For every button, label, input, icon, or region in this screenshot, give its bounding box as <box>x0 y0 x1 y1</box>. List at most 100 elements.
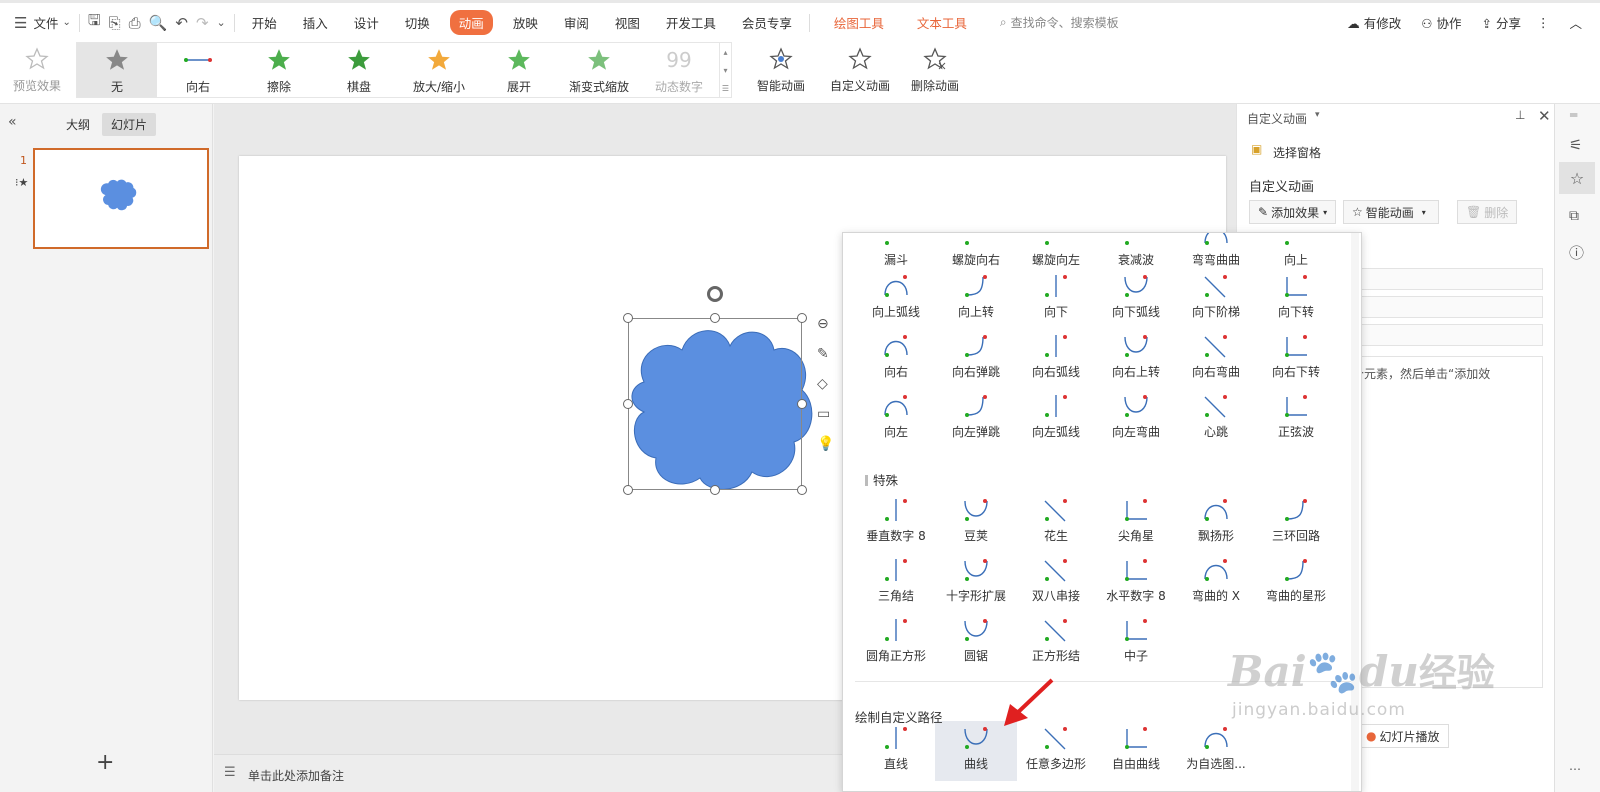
path-option-special3-3[interactable]: 中子 <box>1095 613 1177 664</box>
chevron-down-icon[interactable]: ⌄ <box>62 17 70 28</box>
tab-member[interactable]: 会员专享 <box>736 10 798 35</box>
path-option-row2-0[interactable]: 向右 <box>855 329 937 380</box>
path-option-special3-2[interactable]: 正方形结 <box>1015 613 1097 664</box>
preview-effect-button[interactable]: 预览效果 <box>0 42 74 103</box>
tab-outline[interactable]: 大纲 <box>66 116 90 133</box>
tab-view[interactable]: 视图 <box>609 10 646 35</box>
tab-slideshow[interactable]: 放映 <box>507 10 544 35</box>
delete-animation-button[interactable]: 删除动画 <box>898 42 972 103</box>
anim-none[interactable]: 无 <box>77 43 157 97</box>
path-option-special2-0[interactable]: 三角结 <box>855 553 937 604</box>
path-option-custom-3[interactable]: 自由曲线 <box>1095 721 1177 772</box>
path-option-special1-2[interactable]: 花生 <box>1015 493 1097 544</box>
path-option-row2-3[interactable]: 向右上转 <box>1095 329 1177 380</box>
collab-button[interactable]: ⚇ 协作 <box>1421 13 1461 32</box>
animation-sidebar-button[interactable]: ☆ <box>1559 162 1595 194</box>
path-option-row2-4[interactable]: 向右弯曲 <box>1175 329 1257 380</box>
tab-design[interactable]: 设计 <box>348 10 385 35</box>
path-option-special3-0[interactable]: 圆角正方形 <box>855 613 937 664</box>
fill-icon[interactable]: ◇ <box>817 376 839 392</box>
chevron-up-icon[interactable]: ▴ <box>723 48 727 57</box>
path-option-special2-1[interactable]: 十字形扩展 <box>935 553 1017 604</box>
expand-icon[interactable]: ☰ <box>722 84 729 93</box>
share-button[interactable]: ⇪ 分享 <box>1482 13 1521 32</box>
path-option-special2-5[interactable]: 弯曲的星形 <box>1255 553 1337 604</box>
tab-text-tools[interactable]: 文本工具 <box>911 10 973 35</box>
smart-animation-button[interactable]: 智能动画 <box>740 42 822 103</box>
path-option-row0-1[interactable]: 螺旋向右 <box>935 233 1017 268</box>
chevron-down-icon[interactable]: ▾ <box>1315 110 1320 120</box>
path-option-custom-0[interactable]: 直线 <box>855 721 937 772</box>
path-option-row0-4[interactable]: 弯弯曲曲 <box>1175 233 1257 268</box>
export-icon[interactable]: ⎘ <box>109 14 121 32</box>
tab-transition[interactable]: 切换 <box>399 10 436 35</box>
path-option-row1-4[interactable]: 向下阶梯 <box>1175 269 1257 320</box>
resize-handle[interactable] <box>797 485 807 495</box>
path-option-row3-1[interactable]: 向左弹跳 <box>935 389 1017 440</box>
path-option-custom-4[interactable]: 为自选图... <box>1175 721 1257 772</box>
path-option-special2-4[interactable]: 弯曲的 X <box>1175 553 1257 604</box>
tab-slides[interactable]: 幻灯片 <box>102 113 157 136</box>
resize-handle[interactable] <box>797 399 807 409</box>
path-option-row0-3[interactable]: 衰减波 <box>1095 233 1177 268</box>
path-option-row0-0[interactable]: 漏斗 <box>855 233 937 268</box>
path-option-special1-5[interactable]: 三环回路 <box>1255 493 1337 544</box>
anim-zoom[interactable]: 放大/缩小 <box>399 43 479 97</box>
anim-dynamic-number[interactable]: 99 动态数字 <box>639 43 719 97</box>
modified-status[interactable]: ☁ 有修改 <box>1347 13 1401 32</box>
path-option-row3-2[interactable]: 向左弧线 <box>1015 389 1097 440</box>
path-option-row3-0[interactable]: 向左 <box>855 389 937 440</box>
collapse-icon[interactable]: ︿ <box>1569 13 1582 32</box>
help-icon[interactable]: ⓘ <box>1569 242 1584 263</box>
undo-icon[interactable]: ↶ <box>175 14 188 32</box>
resize-handle[interactable] <box>623 313 633 323</box>
path-option-row2-1[interactable]: 向右弹跳 <box>935 329 1017 380</box>
resize-handle[interactable] <box>710 313 720 323</box>
add-effect-button[interactable]: ✎ 添加效果 ▾ <box>1249 200 1337 224</box>
path-option-row1-2[interactable]: 向下 <box>1015 269 1097 320</box>
more-icon[interactable]: ⌄ <box>217 16 226 29</box>
anim-expand[interactable]: 展开 <box>479 43 559 97</box>
path-option-special3-1[interactable]: 圆锯 <box>935 613 1017 664</box>
path-option-row1-3[interactable]: 向下弧线 <box>1095 269 1177 320</box>
outline-icon[interactable]: ▭ <box>817 406 839 422</box>
print-preview-icon[interactable]: 🔍 <box>149 14 168 32</box>
zoom-out-icon[interactable]: ⊖ <box>817 316 839 332</box>
delete-button[interactable]: 🗑 删除 <box>1457 200 1518 224</box>
path-option-row1-5[interactable]: 向下转 <box>1255 269 1337 320</box>
gallery-scroll[interactable]: ▴ ▾ ☰ <box>719 43 731 97</box>
tab-review[interactable]: 审阅 <box>558 10 595 35</box>
tab-developer[interactable]: 开发工具 <box>660 10 722 35</box>
grip-icon[interactable]: ═ <box>1570 108 1577 122</box>
path-option-row3-3[interactable]: 向左弯曲 <box>1095 389 1177 440</box>
close-icon[interactable]: ✕ <box>1538 107 1551 125</box>
tab-home[interactable]: 开始 <box>246 10 283 35</box>
slide-thumbnail[interactable] <box>33 148 209 249</box>
path-option-special1-0[interactable]: 垂直数字 8 <box>855 493 937 544</box>
search-input[interactable]: 查找命令、搜索模板 <box>1011 14 1119 31</box>
collapse-panel-icon[interactable]: « <box>8 114 17 130</box>
more-vert-icon[interactable]: ⋮ <box>1537 15 1550 30</box>
chevron-down-icon[interactable]: ▾ <box>723 66 727 75</box>
path-option-row0-5[interactable]: 向上 <box>1255 233 1337 268</box>
resize-handle[interactable] <box>710 485 720 495</box>
tab-drawing-tools[interactable]: 绘图工具 <box>828 10 890 35</box>
search-box[interactable]: ⌕ 查找命令、搜索模板 <box>1000 14 1119 31</box>
hamburger-icon[interactable]: ☰ <box>14 14 27 32</box>
select-pane-link[interactable]: 选择窗格 <box>1273 144 1321 161</box>
settings-sliders-icon[interactable]: ⚟ <box>1569 136 1582 154</box>
panel-title[interactable]: 自定义动画 <box>1247 110 1307 127</box>
notes-placeholder[interactable]: 单击此处添加备注 <box>248 767 344 784</box>
resize-handle[interactable] <box>623 399 633 409</box>
path-option-special1-3[interactable]: 尖角星 <box>1095 493 1177 544</box>
redo-icon[interactable]: ↷ <box>196 14 209 32</box>
path-option-row0-2[interactable]: 螺旋向左 <box>1015 233 1097 268</box>
anim-right[interactable]: 向右 <box>157 43 239 97</box>
print-icon[interactable]: ⎙ <box>129 14 141 32</box>
pin-icon[interactable]: ⊥ <box>1515 108 1525 122</box>
path-option-special2-3[interactable]: 水平数字 8 <box>1095 553 1177 604</box>
path-option-row2-5[interactable]: 向右下转 <box>1255 329 1337 380</box>
path-option-row1-0[interactable]: 向上弧线 <box>855 269 937 320</box>
add-slide-button[interactable]: + <box>96 750 114 775</box>
anim-wipe[interactable]: 擦除 <box>239 43 319 97</box>
